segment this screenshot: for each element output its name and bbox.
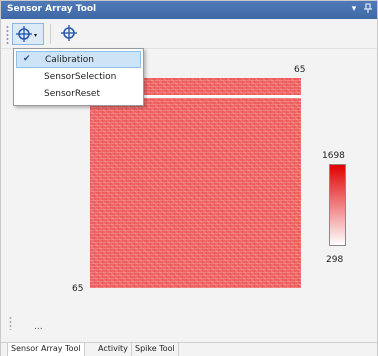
colorbar bbox=[329, 164, 346, 246]
colorbar-max-label: 1698 bbox=[322, 151, 345, 161]
tab-activity[interactable]: Activity bbox=[95, 343, 132, 356]
title-bar: Sensor Array Tool ▾ bbox=[1, 1, 377, 19]
heatmap-cells bbox=[90, 78, 301, 288]
status-grip[interactable] bbox=[9, 316, 12, 330]
toolbar-separator bbox=[50, 24, 51, 44]
bottom-left-axis-label: 65 bbox=[72, 284, 84, 294]
window-title: Sensor Array Tool bbox=[7, 4, 97, 14]
checkmark-icon: ✔ bbox=[23, 54, 31, 64]
tool-dropdown-menu: ✔ Calibration SensorSelection SensorRese… bbox=[13, 48, 144, 106]
colorbar-min-label: 298 bbox=[326, 255, 344, 265]
toolbar-grip[interactable] bbox=[6, 25, 9, 45]
toolbar: ▾ bbox=[1, 19, 377, 49]
top-right-axis-label: 65 bbox=[294, 65, 306, 75]
window-dropdown-button[interactable]: ▾ bbox=[348, 3, 360, 15]
menu-item-label: SensorReset bbox=[44, 89, 100, 99]
status-text: ... bbox=[34, 322, 43, 332]
menu-item-label: Calibration bbox=[45, 55, 94, 65]
bottom-tab-strip: Sensor Array Tool Activity Spike Tool bbox=[1, 342, 377, 356]
crosshair-tool-button[interactable] bbox=[58, 23, 82, 45]
tab-sensor-array-tool[interactable]: Sensor Array Tool bbox=[7, 343, 85, 356]
menu-item-calibration[interactable]: ✔ Calibration bbox=[16, 51, 141, 68]
tab-spike-tool[interactable]: Spike Tool bbox=[132, 343, 179, 356]
chevron-down-icon: ▾ bbox=[34, 32, 38, 39]
crosshair-icon bbox=[16, 26, 32, 42]
pin-button[interactable] bbox=[362, 3, 374, 15]
sensor-array-tool-window: Sensor Array Tool ▾ ▾ ✔ Calibration Sens… bbox=[0, 0, 378, 356]
calibration-tool-dropdown-button[interactable]: ▾ bbox=[12, 23, 44, 45]
menu-item-sensorreset[interactable]: SensorReset bbox=[16, 86, 141, 103]
pin-icon bbox=[364, 3, 372, 13]
crosshair-icon bbox=[61, 25, 77, 41]
menu-item-label: SensorSelection bbox=[44, 72, 117, 82]
sensor-heatmap[interactable] bbox=[90, 78, 301, 288]
menu-item-sensorselection[interactable]: SensorSelection bbox=[16, 69, 141, 86]
